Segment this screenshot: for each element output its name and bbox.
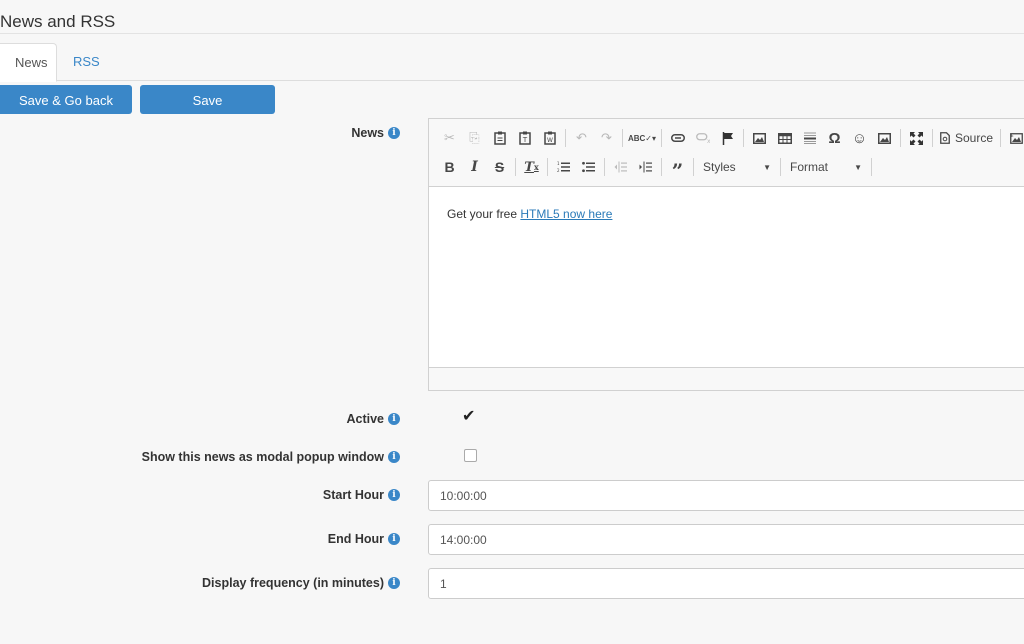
cut-icon[interactable]: ✂ bbox=[437, 127, 462, 149]
info-icon[interactable]: i bbox=[388, 489, 400, 501]
tab-bar: News RSS bbox=[0, 43, 1024, 82]
spellcheck-icon[interactable]: ABC✓▾ bbox=[626, 127, 658, 149]
start-hour-label: Start Hour bbox=[322, 488, 384, 502]
svg-text:1: 1 bbox=[557, 161, 560, 166]
svg-text:2: 2 bbox=[557, 168, 560, 173]
save-and-go-back-button[interactable]: Save & Go back bbox=[0, 85, 132, 114]
toolbar-separator bbox=[604, 158, 605, 176]
source-icon bbox=[940, 132, 950, 144]
rich-text-editor: ✂ ⎘ T W ↶ ↷ ABC✓▾ x Ω ☺ Source E B I S T… bbox=[428, 118, 1024, 391]
horizontal-line-icon[interactable] bbox=[797, 127, 822, 149]
toolbar-separator bbox=[1000, 129, 1002, 147]
blockquote-icon[interactable]: ” bbox=[665, 156, 690, 183]
special-character-icon[interactable]: Ω bbox=[822, 127, 847, 149]
styles-label: Styles bbox=[703, 160, 736, 174]
toolbar-separator bbox=[743, 129, 744, 147]
tab-rss[interactable]: RSS bbox=[58, 43, 115, 81]
active-checkbox[interactable]: ✔ bbox=[462, 409, 475, 425]
toolbar-row-1: ✂ ⎘ T W ↶ ↷ ABC✓▾ x Ω ☺ Source E bbox=[437, 126, 1024, 150]
display-frequency-label: Display frequency (in minutes) bbox=[202, 576, 384, 590]
toolbar-separator bbox=[871, 158, 872, 176]
modal-popup-label: Show this news as modal popup window bbox=[141, 450, 384, 464]
caret-down-icon: ▼ bbox=[763, 162, 771, 172]
save-button[interactable]: Save bbox=[140, 85, 275, 114]
svg-text:W: W bbox=[547, 137, 553, 144]
image2-icon[interactable] bbox=[872, 127, 897, 149]
toolbar-separator bbox=[515, 158, 516, 176]
outdent-icon[interactable] bbox=[608, 156, 633, 178]
toolbar-separator bbox=[932, 129, 933, 147]
link-icon[interactable] bbox=[665, 127, 690, 149]
indent-icon[interactable] bbox=[633, 156, 658, 178]
page-title: News and RSS bbox=[0, 12, 116, 31]
info-icon[interactable]: i bbox=[388, 451, 400, 463]
image-gallery-icon[interactable]: E bbox=[1004, 127, 1024, 149]
paste-word-icon[interactable]: W bbox=[537, 127, 562, 149]
copy-icon[interactable]: ⎘ bbox=[462, 127, 487, 149]
active-label: Active bbox=[346, 412, 384, 426]
display-frequency-input[interactable] bbox=[428, 568, 1024, 599]
editor-content-area[interactable]: Get your free HTML5 now here bbox=[429, 187, 1024, 367]
title-divider bbox=[0, 33, 1024, 34]
toolbar-row-2: B I S Tx 12 ” Styles ▼ Format ▼ bbox=[437, 155, 875, 183]
format-dropdown[interactable]: Format ▼ bbox=[784, 156, 868, 178]
source-label: Source bbox=[955, 131, 994, 145]
toolbar-separator bbox=[693, 158, 694, 176]
anchor-flag-icon[interactable] bbox=[715, 127, 740, 149]
toolbar-separator bbox=[780, 158, 781, 176]
end-hour-label-group: End Hour i bbox=[328, 532, 400, 546]
smiley-icon[interactable]: ☺ bbox=[847, 127, 872, 149]
bold-icon[interactable]: B bbox=[437, 156, 462, 178]
bulleted-list-icon[interactable] bbox=[576, 156, 601, 178]
toolbar-separator bbox=[622, 129, 623, 147]
info-icon[interactable]: i bbox=[388, 533, 400, 545]
svg-text:T: T bbox=[521, 136, 527, 144]
editor-content-link[interactable]: HTML5 now here bbox=[520, 207, 612, 221]
end-hour-label: End Hour bbox=[327, 532, 384, 546]
info-icon[interactable]: i bbox=[388, 127, 400, 139]
editor-content-text: Get your free bbox=[447, 207, 521, 221]
italic-icon[interactable]: I bbox=[462, 156, 487, 178]
toolbar-separator bbox=[900, 129, 901, 147]
toolbar-separator bbox=[547, 158, 548, 176]
paste-text-icon[interactable]: T bbox=[512, 127, 537, 149]
info-icon[interactable]: i bbox=[388, 413, 400, 425]
modal-popup-label-group: Show this news as modal popup window i bbox=[142, 450, 400, 464]
unlink-icon[interactable]: x bbox=[690, 127, 715, 149]
table-icon[interactable] bbox=[772, 127, 797, 149]
maximize-icon[interactable] bbox=[904, 127, 929, 149]
end-hour-input[interactable] bbox=[428, 524, 1024, 555]
start-hour-input[interactable] bbox=[428, 480, 1024, 511]
toolbar-separator bbox=[661, 158, 662, 176]
source-button[interactable]: Source bbox=[936, 131, 997, 145]
svg-text:x: x bbox=[707, 138, 710, 143]
redo-icon[interactable]: ↷ bbox=[594, 127, 619, 149]
display-frequency-label-group: Display frequency (in minutes) i bbox=[202, 576, 400, 590]
strikethrough-icon[interactable]: S bbox=[487, 156, 512, 178]
caret-down-icon: ▼ bbox=[854, 162, 862, 172]
active-label-group: Active i bbox=[346, 412, 400, 426]
remove-format-icon[interactable]: Tx bbox=[519, 156, 544, 178]
news-label-group: News i bbox=[351, 126, 400, 140]
editor-toolbar: ✂ ⎘ T W ↶ ↷ ABC✓▾ x Ω ☺ Source E B I S T… bbox=[429, 119, 1024, 187]
news-label: News bbox=[351, 126, 384, 140]
format-label: Format bbox=[790, 160, 829, 174]
tab-news[interactable]: News bbox=[0, 43, 57, 82]
toolbar-separator bbox=[661, 129, 662, 147]
styles-dropdown[interactable]: Styles ▼ bbox=[697, 156, 777, 178]
start-hour-label-group: Start Hour i bbox=[323, 488, 400, 502]
editor-status-bar bbox=[429, 367, 1024, 390]
info-icon[interactable]: i bbox=[388, 577, 400, 589]
modal-popup-checkbox[interactable] bbox=[464, 449, 477, 462]
image-icon[interactable] bbox=[747, 127, 772, 149]
undo-icon[interactable]: ↶ bbox=[569, 127, 594, 149]
toolbar-separator bbox=[565, 129, 566, 147]
numbered-list-icon[interactable]: 12 bbox=[551, 156, 576, 178]
paste-icon[interactable] bbox=[487, 127, 512, 149]
